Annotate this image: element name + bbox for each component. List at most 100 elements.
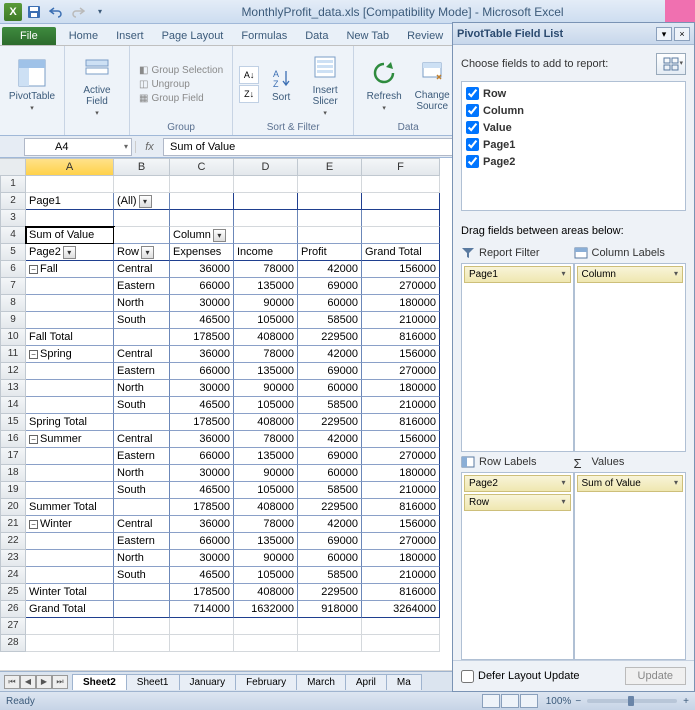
- page-layout-view-button[interactable]: [501, 694, 519, 708]
- field-column[interactable]: Column: [465, 102, 682, 119]
- cell[interactable]: Fall Total: [26, 329, 114, 346]
- cell[interactable]: 210000: [362, 312, 440, 329]
- column-header-D[interactable]: D: [234, 158, 298, 176]
- zoom-slider[interactable]: [587, 699, 677, 703]
- cell[interactable]: North: [114, 465, 170, 482]
- cell[interactable]: 66000: [170, 278, 234, 295]
- row-header[interactable]: 27: [0, 618, 26, 635]
- cell[interactable]: 156000: [362, 431, 440, 448]
- cell[interactable]: Spring Total: [26, 414, 114, 431]
- cell[interactable]: 69000: [298, 278, 362, 295]
- cell[interactable]: 408000: [234, 584, 298, 601]
- cell[interactable]: [114, 584, 170, 601]
- cell[interactable]: 210000: [362, 482, 440, 499]
- field-checkbox[interactable]: [466, 138, 479, 151]
- cell[interactable]: 30000: [170, 380, 234, 397]
- row-header[interactable]: 8: [0, 295, 26, 312]
- cell[interactable]: North: [114, 295, 170, 312]
- cell[interactable]: 3264000: [362, 601, 440, 618]
- cell[interactable]: North: [114, 380, 170, 397]
- cell[interactable]: 229500: [298, 414, 362, 431]
- cell[interactable]: 816000: [362, 499, 440, 516]
- filter-dropdown-icon[interactable]: ▾: [63, 246, 76, 259]
- column-header-E[interactable]: E: [298, 158, 362, 176]
- cell[interactable]: 180000: [362, 550, 440, 567]
- cell[interactable]: Profit: [298, 244, 362, 261]
- cell[interactable]: [114, 635, 170, 652]
- cell[interactable]: [26, 210, 114, 227]
- file-tab[interactable]: File: [2, 27, 56, 45]
- cell[interactable]: 270000: [362, 533, 440, 550]
- sheet-tab-february[interactable]: February: [235, 674, 297, 690]
- cell[interactable]: [362, 635, 440, 652]
- row-header[interactable]: 26: [0, 601, 26, 618]
- sheet-nav-first[interactable]: ⏮: [4, 675, 20, 689]
- cell[interactable]: 105000: [234, 312, 298, 329]
- ribbon-tab-formulas[interactable]: Formulas: [232, 27, 296, 45]
- cell[interactable]: 229500: [298, 329, 362, 346]
- defer-layout-checkbox[interactable]: [461, 670, 474, 683]
- cell[interactable]: [26, 618, 114, 635]
- cell[interactable]: Central: [114, 261, 170, 278]
- ribbon-tab-insert[interactable]: Insert: [107, 27, 153, 45]
- cell[interactable]: [114, 329, 170, 346]
- cell[interactable]: [298, 176, 362, 193]
- area-chip[interactable]: Page2: [464, 475, 571, 492]
- field-list[interactable]: RowColumnValuePage1Page2: [461, 81, 686, 211]
- cell[interactable]: 46500: [170, 312, 234, 329]
- cell[interactable]: 408000: [234, 499, 298, 516]
- cell[interactable]: 105000: [234, 397, 298, 414]
- cell[interactable]: 60000: [298, 550, 362, 567]
- cell[interactable]: 135000: [234, 363, 298, 380]
- filter-dropdown-icon[interactable]: ▾: [139, 195, 152, 208]
- cell[interactable]: South: [114, 312, 170, 329]
- sheet-tab-ma[interactable]: Ma: [386, 674, 422, 690]
- cell[interactable]: [26, 295, 114, 312]
- field-page1[interactable]: Page1: [465, 136, 682, 153]
- collapse-icon[interactable]: −: [29, 435, 38, 444]
- cell[interactable]: 270000: [362, 278, 440, 295]
- cell[interactable]: 210000: [362, 397, 440, 414]
- cell[interactable]: [170, 176, 234, 193]
- cell[interactable]: 46500: [170, 567, 234, 584]
- cell[interactable]: 60000: [298, 295, 362, 312]
- cell[interactable]: 816000: [362, 414, 440, 431]
- area-chip[interactable]: Page1: [464, 266, 571, 283]
- filter-dropdown-icon[interactable]: ▾: [213, 229, 226, 242]
- cell[interactable]: −Fall: [26, 261, 114, 278]
- filter-dropdown-icon[interactable]: ▾: [141, 246, 154, 259]
- cell[interactable]: [298, 210, 362, 227]
- row-header[interactable]: 14: [0, 397, 26, 414]
- cell[interactable]: [234, 193, 298, 210]
- cell[interactable]: 135000: [234, 533, 298, 550]
- column-header-B[interactable]: B: [114, 158, 170, 176]
- row-header[interactable]: 10: [0, 329, 26, 346]
- insert-slicer-button[interactable]: Insert Slicer ▾: [303, 49, 347, 119]
- cell[interactable]: 58500: [298, 397, 362, 414]
- row-header[interactable]: 25: [0, 584, 26, 601]
- cell[interactable]: [26, 397, 114, 414]
- cell[interactable]: 78000: [234, 431, 298, 448]
- cell[interactable]: [234, 618, 298, 635]
- cell[interactable]: 210000: [362, 567, 440, 584]
- cell[interactable]: 78000: [234, 516, 298, 533]
- ribbon-tab-new-tab[interactable]: New Tab: [337, 27, 398, 45]
- cell[interactable]: Page1: [26, 193, 114, 210]
- cell[interactable]: 60000: [298, 380, 362, 397]
- sheet-tab-january[interactable]: January: [179, 674, 237, 690]
- cell[interactable]: Eastern: [114, 363, 170, 380]
- cell[interactable]: Central: [114, 516, 170, 533]
- cell[interactable]: [114, 601, 170, 618]
- row-header[interactable]: 23: [0, 550, 26, 567]
- row-header[interactable]: 24: [0, 567, 26, 584]
- cell[interactable]: 178500: [170, 584, 234, 601]
- cell[interactable]: [234, 635, 298, 652]
- area-chip[interactable]: Column: [577, 266, 684, 283]
- cell[interactable]: North: [114, 550, 170, 567]
- undo-button[interactable]: [46, 3, 66, 21]
- row-header[interactable]: 12: [0, 363, 26, 380]
- cell[interactable]: [114, 210, 170, 227]
- cell[interactable]: Eastern: [114, 278, 170, 295]
- cell[interactable]: Sum of Value: [26, 227, 114, 244]
- cell[interactable]: 1632000: [234, 601, 298, 618]
